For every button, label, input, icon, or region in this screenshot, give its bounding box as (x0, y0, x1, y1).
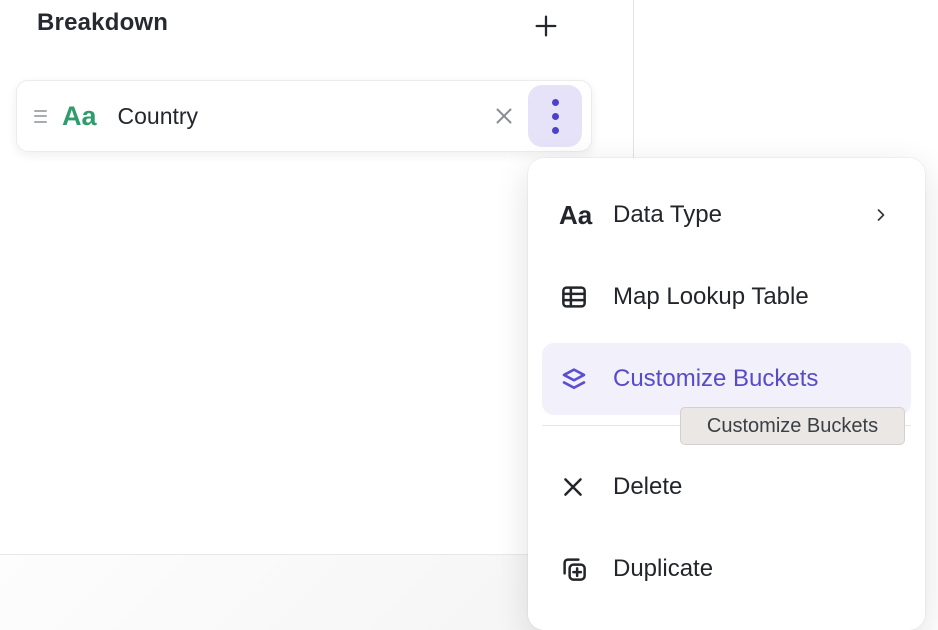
kebab-icon (552, 99, 559, 134)
menu-item-duplicate[interactable]: Duplicate (542, 533, 911, 605)
stack-icon (559, 364, 601, 394)
breakdown-panel-screen: Breakdown Aa Country (0, 0, 938, 630)
text-type-icon: Aa (559, 202, 601, 228)
breakdown-field-card: Aa Country (16, 80, 592, 152)
menu-item-label: Map Lookup Table (613, 283, 809, 311)
drag-handle-icon[interactable] (34, 110, 47, 123)
chevron-right-icon (871, 205, 891, 225)
menu-item-label: Customize Buckets (613, 365, 818, 393)
customize-buckets-tooltip: Customize Buckets (680, 407, 905, 445)
field-label: Country (118, 103, 199, 130)
menu-item-map-lookup-table[interactable]: Map Lookup Table (542, 261, 911, 333)
add-breakdown-button[interactable] (524, 4, 568, 48)
copy-plus-icon (559, 554, 601, 584)
close-icon (491, 103, 517, 129)
field-options-button[interactable] (528, 85, 582, 147)
menu-item-label: Delete (613, 473, 682, 501)
menu-item-label: Duplicate (613, 555, 713, 583)
menu-item-customize-buckets[interactable]: Customize Buckets (542, 343, 911, 415)
field-options-menu: Aa Data Type Map Lookup Table (528, 158, 925, 630)
table-icon (559, 282, 601, 312)
text-type-icon: Aa (62, 103, 97, 130)
x-icon (559, 473, 601, 501)
menu-item-delete[interactable]: Delete (542, 451, 911, 523)
remove-field-button[interactable] (482, 94, 526, 138)
menu-item-data-type[interactable]: Aa Data Type (542, 179, 911, 251)
page-title: Breakdown (37, 9, 168, 37)
plus-icon (530, 10, 562, 42)
menu-item-label: Data Type (613, 201, 722, 229)
